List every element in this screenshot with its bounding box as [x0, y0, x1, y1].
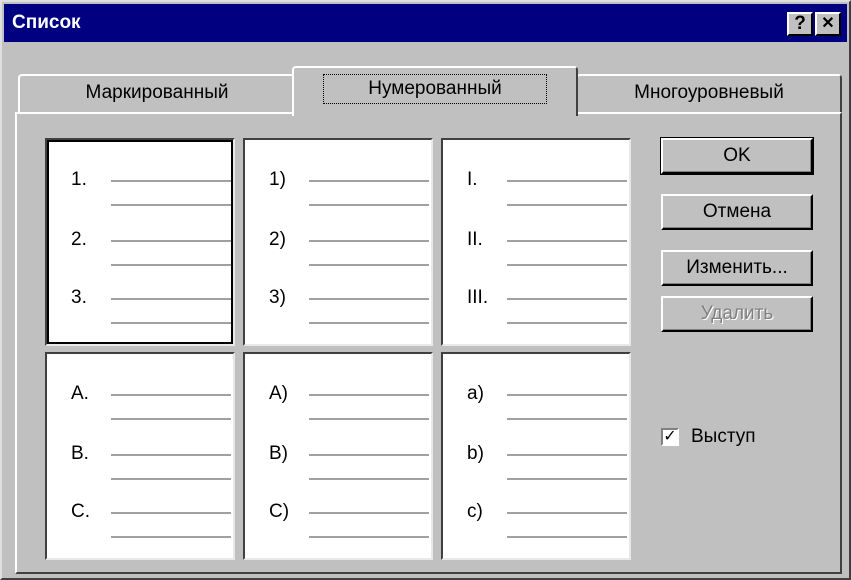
tab-numbered-label: Нумерованный [323, 74, 547, 104]
list-marker: C) [269, 501, 290, 522]
list-marker: B. [71, 443, 89, 464]
style-option-alpha-lower-paren[interactable]: a) b) c) [441, 352, 631, 560]
modify-button[interactable]: Изменить... [661, 250, 813, 286]
style-option-arabic-period[interactable]: 1. 2. 3. [45, 138, 235, 346]
list-style-gallery: 1. 2. 3. 1) 2) 3) I. II. III. A. B. C. A [45, 138, 645, 562]
style-option-alpha-upper-paren[interactable]: A) B) C) [243, 352, 433, 560]
tab-multilevel[interactable]: Многоуровневый [576, 74, 842, 112]
tab-bulleted-label: Маркированный [85, 82, 229, 103]
list-marker: C. [71, 501, 90, 522]
list-marker: 1. [71, 169, 87, 190]
list-marker: b) [467, 443, 484, 464]
style-option-arabic-paren[interactable]: 1) 2) 3) [243, 138, 433, 346]
hanging-indent-checkbox[interactable]: ✓ [661, 428, 679, 446]
list-marker: 2. [71, 229, 87, 250]
hanging-indent-label: Выступ [691, 426, 756, 447]
delete-button: Удалить [661, 296, 813, 332]
hanging-indent-option[interactable]: ✓ Выступ [661, 426, 841, 450]
list-marker: 3) [269, 287, 286, 308]
help-button[interactable]: ? [787, 12, 813, 36]
title-bar: Список ? ✕ [4, 4, 847, 42]
list-marker: III. [467, 287, 489, 308]
ok-button[interactable]: OK [660, 137, 814, 175]
list-marker: A. [71, 383, 89, 404]
tab-bulleted[interactable]: Маркированный [18, 74, 296, 112]
tab-multilevel-label: Многоуровневый [634, 82, 784, 103]
list-marker: 1) [269, 169, 286, 190]
tab-panel: 1. 2. 3. 1) 2) 3) I. II. III. A. B. C. A [15, 112, 842, 574]
list-marker: I. [467, 169, 478, 190]
list-marker: B) [269, 443, 288, 464]
style-option-roman-upper[interactable]: I. II. III. [441, 138, 631, 346]
list-marker: a) [467, 383, 484, 404]
list-marker: II. [467, 229, 483, 250]
list-marker: c) [467, 501, 483, 522]
list-marker: A) [269, 383, 288, 404]
tab-numbered[interactable]: Нумерованный [292, 66, 578, 116]
list-marker: 2) [269, 229, 286, 250]
list-dialog: Список ? ✕ Маркированный Нумерованный Мн… [0, 0, 851, 580]
close-button[interactable]: ✕ [815, 12, 841, 36]
cancel-button[interactable]: Отмена [661, 194, 813, 230]
list-marker: 3. [71, 287, 87, 308]
dialog-title: Список [12, 12, 81, 33]
style-option-alpha-upper-period[interactable]: A. B. C. [45, 352, 235, 560]
